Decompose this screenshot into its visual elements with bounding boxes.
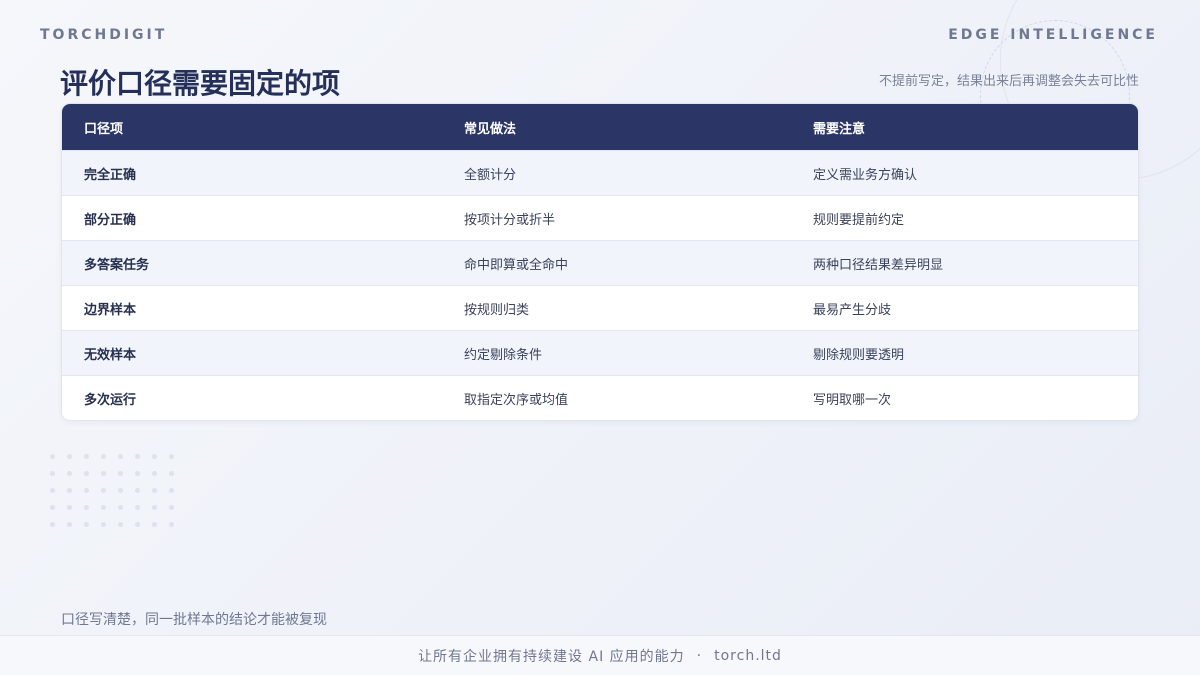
- table-row: 多次运行 取指定次序或均值 写明取哪一次: [62, 375, 1138, 420]
- footer-separator: ·: [696, 647, 703, 664]
- cell-item: 无效样本: [84, 347, 137, 363]
- cell-practice: 按规则归类: [464, 302, 530, 318]
- cell-item: 部分正确: [84, 212, 137, 228]
- table-row: 完全正确 全额计分 定义需业务方确认: [62, 150, 1138, 195]
- footer-site-link[interactable]: torch.ltd: [714, 648, 782, 664]
- column-header-notes: 需要注意: [813, 121, 866, 137]
- criteria-table: 口径项 常见做法 需要注意 完全正确 全额计分 定义需业务方确认 部分正确 按项…: [61, 103, 1139, 421]
- brand-logo-text: TORCHDIGIT: [40, 27, 168, 43]
- cell-item: 边界样本: [84, 302, 137, 318]
- table-row: 边界样本 按规则归类 最易产生分歧: [62, 285, 1138, 330]
- cell-notes: 规则要提前约定: [813, 212, 905, 228]
- table-header: 口径项 常见做法 需要注意: [62, 104, 1138, 150]
- cell-practice: 全额计分: [464, 167, 517, 183]
- column-header-practice: 常见做法: [464, 121, 517, 137]
- cell-notes: 写明取哪一次: [813, 392, 892, 408]
- column-header-item: 口径项: [84, 121, 124, 137]
- cell-notes: 最易产生分歧: [813, 302, 892, 318]
- cell-item: 完全正确: [84, 167, 137, 183]
- cell-notes: 定义需业务方确认: [813, 167, 918, 183]
- footer-slogan: 让所有企业拥有持续建设 AI 应用的能力: [418, 648, 685, 665]
- table-row: 部分正确 按项计分或折半 规则要提前约定: [62, 195, 1138, 240]
- cell-item: 多答案任务: [84, 257, 150, 273]
- header-tagline: EDGE INTELLIGENCE: [948, 27, 1158, 43]
- table-row: 多答案任务 命中即算或全命中 两种口径结果差异明显: [62, 240, 1138, 285]
- footnote: 口径写清楚，同一批样本的结论才能被复现: [61, 612, 327, 628]
- cell-notes: 剔除规则要透明: [813, 347, 905, 363]
- decorative-dot-grid: [44, 448, 174, 528]
- page-title: 评价口径需要固定的项: [60, 67, 341, 100]
- cell-practice: 约定剔除条件: [464, 347, 543, 363]
- footer: 让所有企业拥有持续建设 AI 应用的能力 · torch.ltd: [0, 635, 1200, 675]
- cell-practice: 命中即算或全命中: [464, 257, 569, 273]
- page-subtitle: 不提前写定，结果出来后再调整会失去可比性: [878, 74, 1139, 89]
- table-row: 无效样本 约定剔除条件 剔除规则要透明: [62, 330, 1138, 375]
- cell-practice: 按项计分或折半: [464, 212, 556, 228]
- cell-notes: 两种口径结果差异明显: [813, 257, 944, 273]
- table-body: 完全正确 全额计分 定义需业务方确认 部分正确 按项计分或折半 规则要提前约定 …: [62, 150, 1138, 420]
- cell-practice: 取指定次序或均值: [464, 392, 569, 408]
- cell-item: 多次运行: [84, 392, 137, 408]
